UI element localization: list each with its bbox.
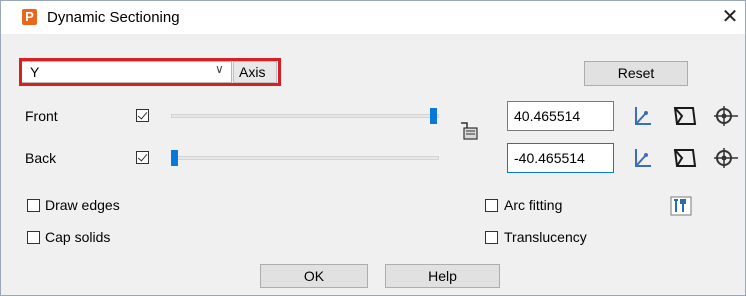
reset-button[interactable]: Reset	[584, 61, 688, 86]
front-value-field[interactable]: 40.465514	[507, 101, 614, 131]
app-logo-icon: P	[22, 9, 37, 25]
back-checkbox[interactable]	[136, 151, 149, 164]
back-slider-track[interactable]	[171, 156, 439, 160]
draw-edges-checkbox[interactable]	[27, 199, 40, 212]
translucency-label: Translucency	[504, 229, 587, 245]
back-value: -40.465514	[514, 150, 585, 166]
front-value: 40.465514	[514, 108, 581, 124]
back-section-plane-icon[interactable]	[672, 145, 698, 171]
lock-link-icon[interactable]	[456, 118, 482, 144]
arc-fitting-checkbox[interactable]	[485, 199, 498, 212]
close-button[interactable]: ✕	[717, 4, 743, 30]
front-slider-track[interactable]	[171, 114, 439, 118]
highlight-frame	[19, 58, 281, 86]
ok-button[interactable]: OK	[260, 264, 368, 288]
dynamic-sectioning-dialog: P Dynamic Sectioning ✕ Y ∨ Axis Reset Fr…	[0, 0, 746, 296]
front-slider-thumb[interactable]	[430, 108, 437, 124]
front-section-settings-icon[interactable]	[713, 103, 739, 129]
back-axis-icon[interactable]	[629, 145, 655, 171]
back-slider-thumb[interactable]	[171, 150, 178, 166]
front-axis-icon[interactable]	[629, 103, 655, 129]
window-title: Dynamic Sectioning	[47, 9, 180, 26]
draw-edges-label: Draw edges	[45, 197, 120, 213]
cap-solids-label: Cap solids	[45, 229, 111, 245]
translucency-checkbox[interactable]	[485, 231, 498, 244]
back-label: Back	[25, 150, 57, 166]
back-value-field[interactable]: -40.465514	[507, 143, 614, 173]
back-section-settings-icon[interactable]	[713, 145, 739, 171]
front-checkbox[interactable]	[136, 109, 149, 122]
front-label: Front	[25, 108, 58, 124]
help-button[interactable]: Help	[385, 264, 500, 288]
tools-icon[interactable]	[668, 193, 694, 219]
front-section-plane-icon[interactable]	[672, 103, 698, 129]
cap-solids-checkbox[interactable]	[27, 231, 40, 244]
title-bar: P Dynamic Sectioning ✕	[1, 1, 745, 34]
arc-fitting-label: Arc fitting	[504, 197, 563, 213]
